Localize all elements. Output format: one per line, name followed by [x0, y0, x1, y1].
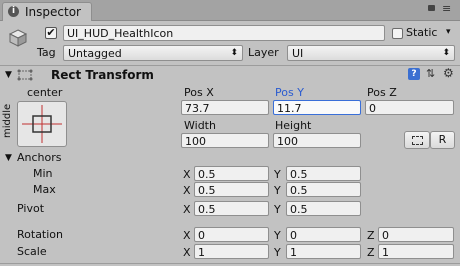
axis-y-label: Y — [274, 203, 281, 216]
pos-y-field[interactable]: 11.7 — [273, 100, 361, 115]
pivot-label: Pivot — [17, 202, 45, 215]
width-field[interactable]: 100 — [181, 133, 269, 148]
active-checkbox[interactable]: ✔ — [45, 27, 57, 39]
axis-x-label: X — [183, 229, 191, 242]
layer-label: Layer — [248, 46, 279, 59]
menu-icon[interactable]: ≡ — [442, 2, 451, 15]
anchors-max-x-field[interactable]: 0.5 — [194, 182, 269, 197]
axis-y-label: Y — [274, 229, 281, 242]
pos-z-field[interactable]: 0 — [365, 100, 454, 115]
tab-bar: i Inspector ≡ — [0, 0, 460, 21]
anchors-max-label: Max — [33, 183, 56, 196]
raw-edit-label: R — [438, 133, 447, 146]
rotation-z-field[interactable]: 0 — [378, 227, 454, 242]
pos-x-field[interactable]: 73.7 — [181, 100, 269, 115]
pos-x-header: Pos X — [184, 86, 214, 99]
tag-label: Tag — [37, 46, 56, 59]
chevron-down-icon: ⬍ — [442, 48, 450, 58]
height-header: Height — [275, 119, 312, 132]
axis-y-label: Y — [274, 246, 281, 259]
gameobject-icon — [8, 28, 28, 48]
anchors-max-y-field[interactable]: 0.5 — [286, 182, 361, 197]
axis-x-label: X — [183, 184, 191, 197]
rect-transform-icon — [16, 68, 34, 82]
layer-value: UI — [292, 47, 304, 60]
object-name-field[interactable]: UI_HUD_HealthIcon — [63, 25, 385, 41]
raw-edit-button[interactable]: R — [430, 131, 455, 149]
rotation-y-field[interactable]: 0 — [286, 227, 361, 242]
rotation-label: Rotation — [17, 228, 64, 241]
axis-z-label: Z — [367, 229, 375, 242]
axis-z-label: Z — [367, 246, 375, 259]
help-icon[interactable]: ? — [408, 68, 420, 80]
anchor-preset-button[interactable] — [17, 101, 67, 147]
axis-x-label: X — [183, 246, 191, 259]
preset-icon[interactable]: ⇅ — [426, 67, 435, 80]
tag-dropdown[interactable]: Untagged ⬍ — [63, 45, 243, 61]
axis-y-label: Y — [274, 184, 281, 197]
component-title: Rect Transform — [51, 68, 154, 82]
chevron-down-icon: ⬍ — [230, 48, 238, 58]
blueprint-mode-button[interactable] — [404, 131, 430, 149]
pivot-y-field[interactable]: 0.5 — [286, 201, 361, 216]
tab-inspector[interactable]: i Inspector — [2, 2, 92, 21]
divider — [0, 65, 460, 66]
axis-y-label: Y — [274, 168, 281, 181]
scale-label: Scale — [17, 245, 47, 258]
tag-value: Untagged — [68, 47, 122, 60]
width-header: Width — [184, 119, 216, 132]
anchors-min-y-field[interactable]: 0.5 — [286, 166, 361, 181]
anchors-label: Anchors — [17, 151, 62, 164]
anchor-preset-h-label: center — [27, 86, 63, 99]
static-dropdown-arrow[interactable]: ▾ — [446, 27, 451, 37]
height-field[interactable]: 100 — [273, 133, 361, 148]
lock-icon[interactable] — [428, 5, 435, 11]
layer-dropdown[interactable]: UI ⬍ — [287, 45, 455, 61]
scale-z-field[interactable]: 1 — [378, 244, 454, 259]
scale-y-field[interactable]: 1 — [286, 244, 361, 259]
anchors-foldout-icon[interactable]: ▼ — [5, 153, 12, 163]
rotation-x-field[interactable]: 0 — [194, 227, 269, 242]
pivot-x-field[interactable]: 0.5 — [194, 201, 269, 216]
static-label: Static — [406, 26, 438, 39]
anchors-min-label: Min — [33, 167, 53, 180]
gear-icon[interactable]: ⚙ — [443, 66, 454, 80]
foldout-arrow-icon[interactable]: ▼ — [5, 70, 12, 80]
pos-z-header: Pos Z — [367, 86, 397, 99]
blueprint-icon — [411, 136, 423, 145]
scale-x-field[interactable]: 1 — [194, 244, 269, 259]
pos-y-header: Pos Y — [275, 86, 304, 99]
axis-x-label: X — [183, 203, 191, 216]
anchor-preset-v-label: middle — [2, 103, 13, 138]
anchors-min-x-field[interactable]: 0.5 — [194, 166, 269, 181]
info-icon: i — [8, 6, 19, 17]
tab-title: Inspector — [25, 5, 81, 19]
static-checkbox[interactable] — [392, 28, 403, 39]
axis-x-label: X — [183, 168, 191, 181]
divider — [0, 263, 460, 264]
anchor-preset-icon — [22, 105, 62, 143]
